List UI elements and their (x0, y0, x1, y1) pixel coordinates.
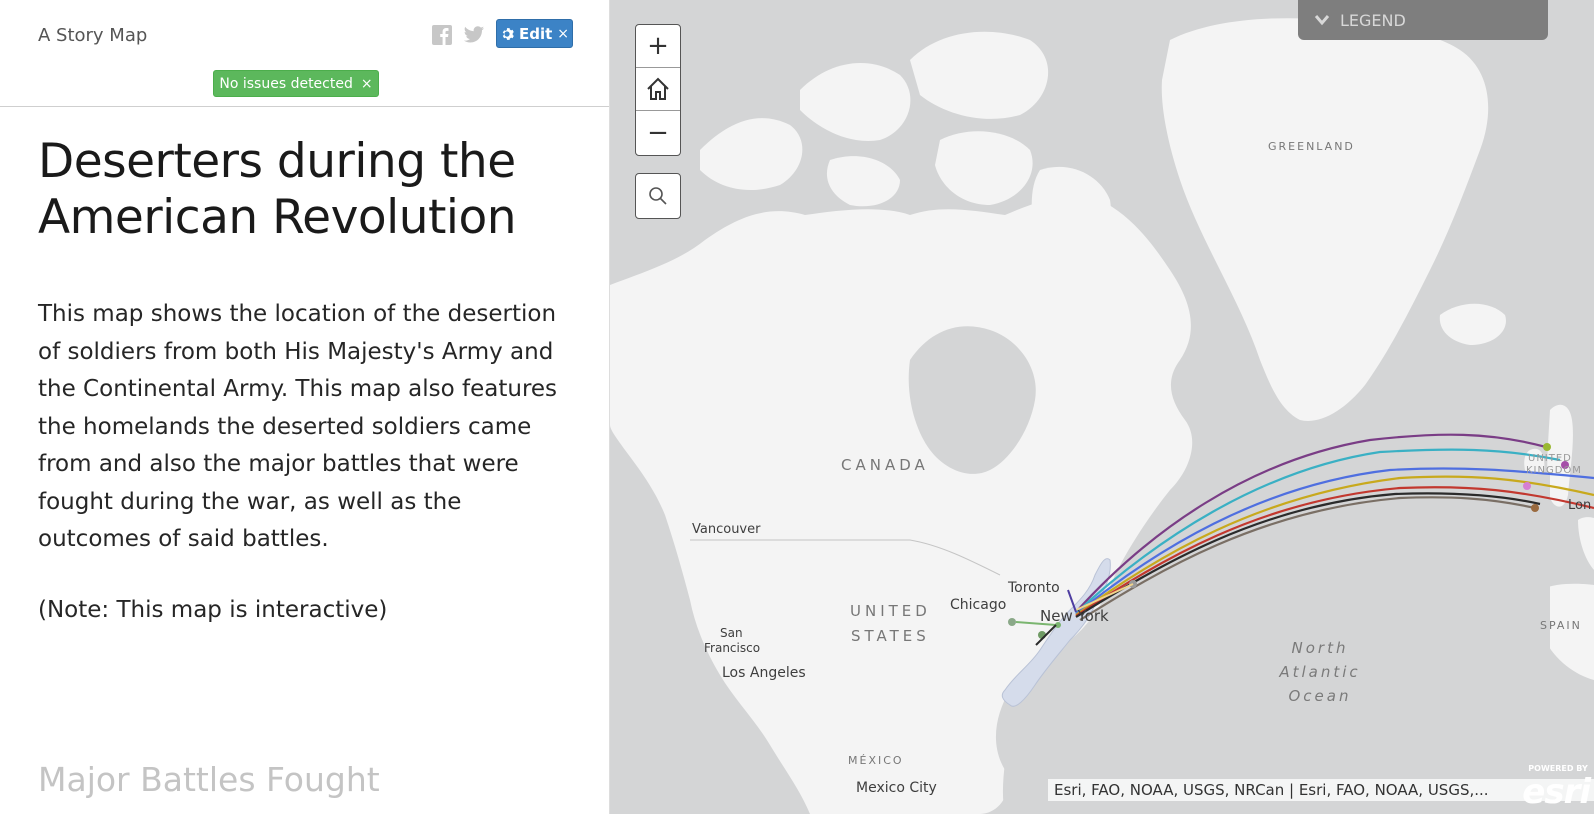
story-panel: A Story Map Edit × No issues detected × … (0, 0, 610, 814)
map-label-ocean: North Atlantic Ocean (1270, 636, 1370, 708)
map-label-toronto: Toronto (1008, 580, 1060, 596)
search-icon (649, 187, 667, 205)
map-label-mexico-city: Mexico City (856, 780, 937, 796)
gear-icon (502, 27, 514, 40)
page-title: Deserters during the American Revolution (38, 134, 517, 245)
map-attribution[interactable]: Esri, FAO, NOAA, USGS, NRCan | Esri, FAO… (1048, 779, 1594, 801)
esri-logo-text: esri (1522, 772, 1591, 812)
map-label-states: STATES (851, 627, 930, 645)
search-button[interactable] (635, 173, 681, 219)
map-label-san: San (720, 626, 743, 640)
map-label-vancouver: Vancouver (692, 522, 761, 537)
basemap (610, 18, 1594, 814)
status-label: No issues detected (219, 75, 353, 92)
section-heading: Major Battles Fought (38, 760, 380, 799)
map-label-los-angeles: Los Angeles (722, 665, 806, 681)
map-label-new-york: New York (1040, 607, 1109, 625)
esri-logo[interactable]: POWERED BY esri (1522, 764, 1591, 812)
story-brand[interactable]: A Story Map (38, 25, 147, 46)
map-label-mexico: MÉXICO (848, 754, 904, 767)
home-button[interactable] (636, 68, 680, 111)
status-badge: No issues detected × (213, 70, 379, 97)
story-description: This map shows the location of the deser… (38, 301, 558, 552)
twitter-icon[interactable] (463, 24, 485, 46)
map-label-united: UNITED (1528, 453, 1572, 464)
ocean-line-2: Atlantic (1279, 663, 1361, 681)
map-label-united-states: UNITED (850, 602, 931, 620)
edit-label: Edit (518, 24, 553, 43)
map-label-greenland: GREENLAND (1268, 140, 1355, 153)
home-icon (647, 77, 669, 100)
map-label-london: Lon (1568, 498, 1592, 513)
map-view[interactable]: + − LEGEND GREENLAND CANADA UNITED STATE… (610, 0, 1594, 814)
map-label-canada: CANADA (841, 456, 929, 474)
ocean-line-3: Ocean (1288, 687, 1352, 705)
edit-button[interactable]: Edit × (496, 19, 573, 48)
chevron-down-icon (1314, 15, 1330, 26)
story-note: (Note: This map is interactive) (38, 597, 388, 623)
edit-close-icon[interactable]: × (557, 26, 569, 42)
map-label-francisco: Francisco (704, 641, 761, 655)
zoom-controls: + − (635, 24, 681, 156)
legend-label: LEGEND (1340, 10, 1406, 30)
legend-toggle[interactable]: LEGEND (1298, 0, 1548, 40)
zoom-out-button[interactable]: − (636, 111, 680, 154)
facebook-icon[interactable] (431, 24, 453, 46)
zoom-in-button[interactable]: + (636, 25, 680, 68)
esri-powered-by: POWERED BY (1528, 764, 1588, 773)
map-label-spain: SPAIN (1540, 619, 1582, 632)
story-header: A Story Map Edit × No issues detected × (0, 0, 609, 107)
ocean-line-1: North (1291, 639, 1349, 657)
status-close-icon[interactable]: × (361, 76, 373, 92)
map-label-kingdom: KINGDOM (1526, 465, 1582, 476)
map-label-chicago: Chicago (950, 597, 1007, 613)
